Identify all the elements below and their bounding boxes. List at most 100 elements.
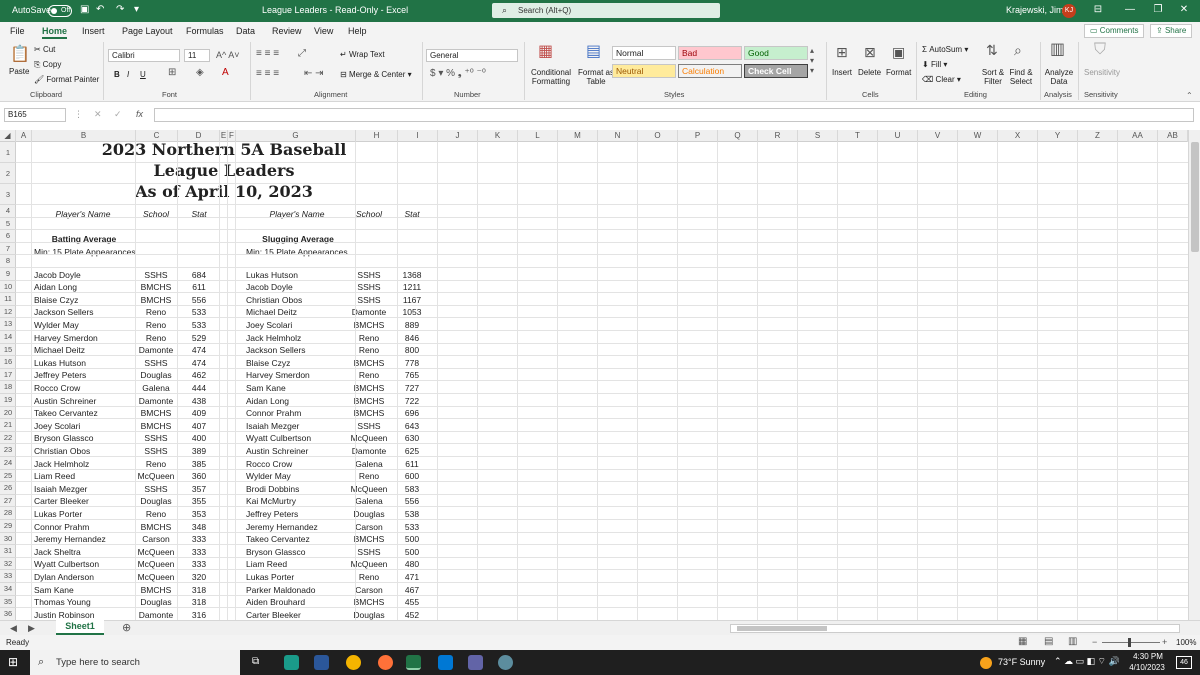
sensitivity-icon[interactable]: ⛉ (1094, 42, 1106, 58)
row-header-7[interactable]: 7 (0, 243, 16, 256)
conditional-formatting-button[interactable]: Conditional Formatting (528, 68, 574, 86)
font-name-dropdown[interactable]: Calibri (108, 49, 180, 62)
teams-icon[interactable] (468, 655, 483, 670)
search-box[interactable]: ⌕ Search (Alt+Q) (492, 3, 720, 18)
column-header-ab[interactable]: AB (1158, 130, 1188, 142)
select-all-button[interactable]: ◢ (0, 130, 16, 142)
font-color-icon[interactable]: A (222, 67, 229, 79)
column-header-n[interactable]: N (598, 130, 638, 142)
column-header-v[interactable]: V (918, 130, 958, 142)
fill-color-icon[interactable]: ◈ (196, 67, 204, 79)
row-header-17[interactable]: 17 (0, 369, 16, 382)
notifications-icon[interactable]: 46 (1176, 656, 1192, 669)
share-button[interactable]: ⇪ Share (1150, 24, 1193, 38)
row-header-26[interactable]: 26 (0, 482, 16, 495)
italic-button[interactable]: I (127, 70, 129, 79)
tab-review[interactable]: Review (272, 26, 302, 36)
analyze-data-button[interactable]: Analyze Data (1044, 68, 1074, 86)
excel-icon[interactable] (406, 655, 421, 670)
column-header-d[interactable]: D (178, 130, 220, 142)
zoom-slider-thumb[interactable] (1128, 638, 1131, 647)
normal-view-icon[interactable]: ▦ (1018, 636, 1027, 648)
indent-icon[interactable]: ⇤ ⇥ (304, 68, 324, 80)
row-header-20[interactable]: 20 (0, 407, 16, 420)
header-stat-left[interactable]: Stat (178, 208, 220, 220)
zoom-in-icon[interactable]: + (1162, 636, 1167, 648)
row-header-5[interactable]: 5 (0, 218, 16, 231)
header-school-left[interactable]: School (136, 208, 176, 220)
enter-icon[interactable]: ✓ (114, 108, 122, 120)
autosum-button[interactable]: Σ AutoSum ▾ (922, 45, 968, 54)
column-header-w[interactable]: W (958, 130, 998, 142)
column-header-a[interactable]: A (16, 130, 32, 142)
tab-formulas[interactable]: Formulas (186, 26, 224, 36)
format-cells-icon[interactable]: ▣ (892, 45, 905, 59)
restore-icon[interactable]: ❐ (1150, 3, 1166, 17)
page-layout-view-icon[interactable]: ▤ (1044, 636, 1053, 648)
row-header-25[interactable]: 25 (0, 470, 16, 483)
align-top-icon[interactable]: ≡ ≡ ≡ (256, 48, 279, 60)
tab-insert[interactable]: Insert (82, 26, 105, 36)
row-header-2[interactable]: 2 (0, 163, 16, 184)
format-as-table-icon[interactable]: ▤ (586, 44, 601, 60)
row-header-11[interactable]: 11 (0, 293, 16, 306)
category-batting-average[interactable]: Batting Average (32, 233, 136, 245)
row-header-31[interactable]: 31 (0, 545, 16, 558)
undo-icon[interactable]: ↶ (96, 4, 104, 16)
cell-player-name[interactable]: Carter Bleeker (246, 609, 301, 620)
sheet-title[interactable]: 2023 Northern 5A Baseball (16, 142, 432, 158)
ribbon-display-icon[interactable]: ⊟ (1090, 3, 1106, 17)
styles-scroll-icon[interactable]: ▴ ▾ ▾ (810, 46, 814, 76)
header-stat-right[interactable]: Stat (392, 208, 432, 220)
row-header-29[interactable]: 29 (0, 520, 16, 533)
zoom-out-icon[interactable]: − (1092, 636, 1097, 648)
find-select-button[interactable]: Find & Select (1006, 68, 1036, 86)
row-header-16[interactable]: 16 (0, 356, 16, 369)
clock-time[interactable]: 4:30 PM (1130, 652, 1166, 661)
column-header-i[interactable]: I (398, 130, 438, 142)
add-sheet-icon[interactable]: ⊕ (122, 622, 131, 634)
horizontal-scroll-thumb[interactable] (737, 626, 827, 631)
weather-icon[interactable] (980, 657, 992, 669)
min-plate-appearances-right[interactable]: Min: 15 Plate Appearances (246, 246, 348, 258)
format-as-table-button[interactable]: Format as Table (576, 68, 616, 86)
column-header-y[interactable]: Y (1038, 130, 1078, 142)
comments-button[interactable]: ▭ Comments (1084, 24, 1145, 38)
row-header-1[interactable]: 1 (0, 142, 16, 163)
name-box[interactable]: B165 (4, 108, 66, 122)
vertical-scrollbar[interactable] (1188, 130, 1200, 620)
underline-button[interactable]: U (140, 70, 146, 79)
row-header-8[interactable]: 8 (0, 255, 16, 268)
format-painter-button[interactable]: 🖌 Format Painter (34, 75, 99, 84)
tab-help[interactable]: Help (348, 26, 367, 36)
row-header-23[interactable]: 23 (0, 444, 16, 457)
more-options-icon[interactable]: ⋮ (74, 108, 83, 120)
delete-cells-icon[interactable]: ⊠ (864, 45, 876, 59)
row-header-19[interactable]: 19 (0, 394, 16, 407)
formula-input[interactable] (154, 108, 1194, 122)
style-calculation[interactable]: Calculation (678, 64, 742, 78)
insert-function-button[interactable]: fx (136, 108, 143, 120)
merge-center-button[interactable]: ⊟ Merge & Center ▾ (340, 70, 412, 79)
row-header-32[interactable]: 32 (0, 558, 16, 571)
header-player-right[interactable]: Player's Name (238, 208, 356, 220)
clear-button[interactable]: ⌫ Clear ▾ (922, 75, 961, 84)
style-bad[interactable]: Bad (678, 46, 742, 60)
align-left-icon[interactable]: ≡ ≡ ≡ (256, 68, 279, 80)
row-header-12[interactable]: 12 (0, 306, 16, 319)
zoom-slider[interactable] (1102, 642, 1160, 643)
word-icon[interactable] (314, 655, 329, 670)
cell-stat[interactable]: 452 (392, 609, 432, 620)
cut-button[interactable]: ✂ Cut (34, 45, 55, 54)
orientation-icon[interactable]: ⤢ (298, 48, 306, 60)
row-header-3[interactable]: 3 (0, 184, 16, 205)
column-header-k[interactable]: K (478, 130, 518, 142)
column-header-m[interactable]: M (558, 130, 598, 142)
cancel-icon[interactable]: ✕ (94, 108, 102, 120)
outlook-icon[interactable] (438, 655, 453, 670)
row-header-35[interactable]: 35 (0, 596, 16, 609)
row-header-21[interactable]: 21 (0, 419, 16, 432)
next-sheet-icon[interactable]: ▶ (28, 622, 35, 634)
conditional-formatting-icon[interactable]: ▦ (538, 44, 553, 60)
row-header-28[interactable]: 28 (0, 507, 16, 520)
